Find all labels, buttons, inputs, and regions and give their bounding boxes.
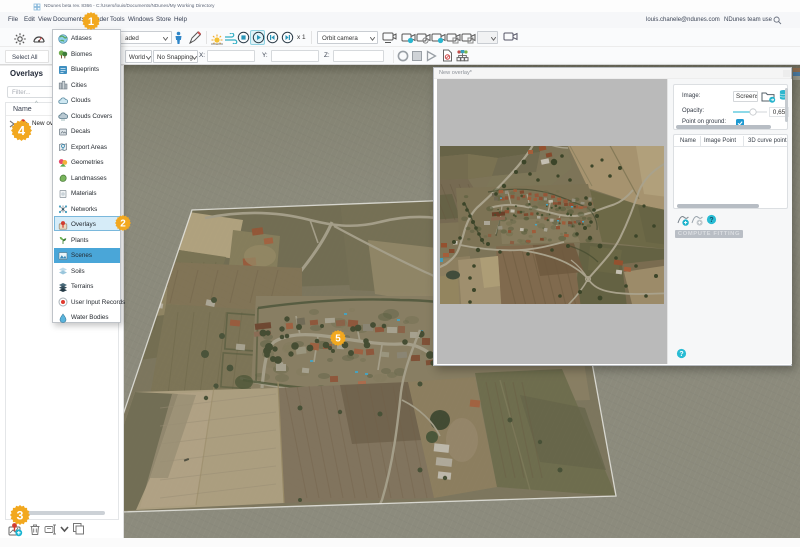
svg-text:4: 4 <box>18 123 26 138</box>
svg-text:2: 2 <box>120 218 126 229</box>
svg-text:?: ? <box>679 351 683 358</box>
svg-text:1: 1 <box>88 15 94 27</box>
svg-text:3: 3 <box>17 508 24 522</box>
svg-text:5: 5 <box>335 334 341 345</box>
svg-text:?: ? <box>709 217 713 224</box>
